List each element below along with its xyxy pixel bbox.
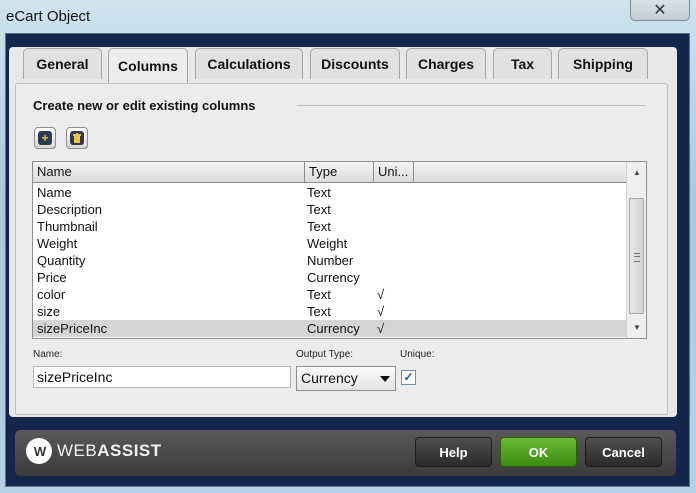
tab-label: Discounts <box>321 56 389 72</box>
output-type-label: Output Type: <box>296 349 354 360</box>
scroll-up-icon[interactable]: ▲ <box>627 164 646 180</box>
cell-type: Number <box>307 253 354 268</box>
table-row[interactable]: sizePriceInc Currency √ <box>33 320 627 337</box>
brand-light: WEB <box>57 441 98 460</box>
close-icon: ✕ <box>653 2 667 19</box>
cell-name: color <box>37 287 66 302</box>
cell-type: Currency <box>307 270 360 285</box>
ok-button[interactable]: OK <box>500 437 577 467</box>
plus-icon: + <box>38 131 52 145</box>
cell-name: Weight <box>37 236 78 251</box>
tab-charges[interactable]: Charges <box>406 48 486 79</box>
cell-unique: √ <box>377 321 385 336</box>
unique-checkbox[interactable]: ✓ <box>401 370 416 385</box>
unique-label: Unique: <box>400 349 435 360</box>
dropdown-arrow-icon <box>380 376 390 382</box>
table-row[interactable]: color Text √ <box>33 286 627 303</box>
cell-name: Quantity <box>37 253 86 268</box>
output-type-select[interactable]: Currency <box>296 366 396 391</box>
cell-unique: √ <box>377 304 385 319</box>
tab-label: Calculations <box>207 56 291 72</box>
table-row[interactable]: Price Currency <box>33 269 627 286</box>
column-header-type[interactable]: Type <box>305 162 374 182</box>
trash-icon <box>70 131 84 145</box>
tab-label: Tax <box>510 56 535 72</box>
cell-type: Text <box>307 219 331 234</box>
tab-label: Shipping <box>573 56 633 72</box>
cell-name: Thumbnail <box>37 219 98 234</box>
table-row[interactable]: Description Text <box>33 201 627 218</box>
cell-type: Currency <box>307 321 360 336</box>
close-button[interactable]: ✕ <box>630 0 690 21</box>
brand-name: WEBASSIST <box>57 441 162 461</box>
cell-name: Price <box>37 270 67 285</box>
webassist-logo-icon: W <box>26 438 52 464</box>
scroll-down-icon[interactable]: ▼ <box>627 319 646 335</box>
columns-table[interactable]: Name Type Uni... Name Text Description Text… <box>32 161 647 339</box>
cell-unique: √ <box>377 287 385 302</box>
tab-discounts[interactable]: Discounts <box>310 48 400 79</box>
tab-general[interactable]: General <box>23 48 102 79</box>
column-header-name[interactable]: Name <box>33 162 305 182</box>
scrollbar-thumb[interactable] <box>629 198 644 314</box>
title-bar: eCart Object ✕ <box>0 0 696 32</box>
delete-column-button[interactable] <box>66 127 88 149</box>
cell-type: Text <box>307 287 331 302</box>
tab-label: Columns <box>118 58 178 74</box>
table-scrollbar[interactable]: ▲ ▼ <box>626 162 646 338</box>
tab-label: General <box>36 56 89 72</box>
table-header: Name Type Uni... <box>33 162 627 183</box>
cell-type: Text <box>307 202 331 217</box>
cell-name: size <box>37 304 61 319</box>
cell-name: Description <box>37 202 103 217</box>
brand-bold: ASSIST <box>97 441 162 460</box>
table-row[interactable]: size Text √ <box>33 303 627 320</box>
tab-columns[interactable]: Columns <box>108 48 188 83</box>
grip-icon <box>634 253 640 262</box>
tab-tax[interactable]: Tax <box>493 48 552 79</box>
tab-shipping[interactable]: Shipping <box>558 48 648 79</box>
cell-name: sizePriceInc <box>37 321 108 336</box>
output-type-value: Currency <box>301 370 358 386</box>
table-row[interactable]: Name Text <box>33 184 627 201</box>
help-button[interactable]: Help <box>415 437 492 467</box>
cell-type: Weight <box>307 236 348 251</box>
table-row[interactable]: Thumbnail Text <box>33 218 627 235</box>
section-title: Create new or edit existing columns <box>33 98 256 113</box>
name-input[interactable]: sizePriceInc <box>33 366 291 388</box>
name-label: Name: <box>33 349 63 360</box>
table-row[interactable]: Weight Weight <box>33 235 627 252</box>
window-title: eCart Object <box>6 8 91 25</box>
cell-name: Name <box>37 185 72 200</box>
cancel-button[interactable]: Cancel <box>585 437 662 467</box>
section-divider <box>297 105 646 106</box>
tab-label: Charges <box>417 56 475 72</box>
add-column-button[interactable]: + <box>34 127 56 149</box>
column-header-unique[interactable]: Uni... <box>374 162 414 182</box>
tab-calculations[interactable]: Calculations <box>195 48 303 79</box>
cell-type: Text <box>307 304 331 319</box>
table-row[interactable]: Quantity Number <box>33 252 627 269</box>
cell-type: Text <box>307 185 331 200</box>
